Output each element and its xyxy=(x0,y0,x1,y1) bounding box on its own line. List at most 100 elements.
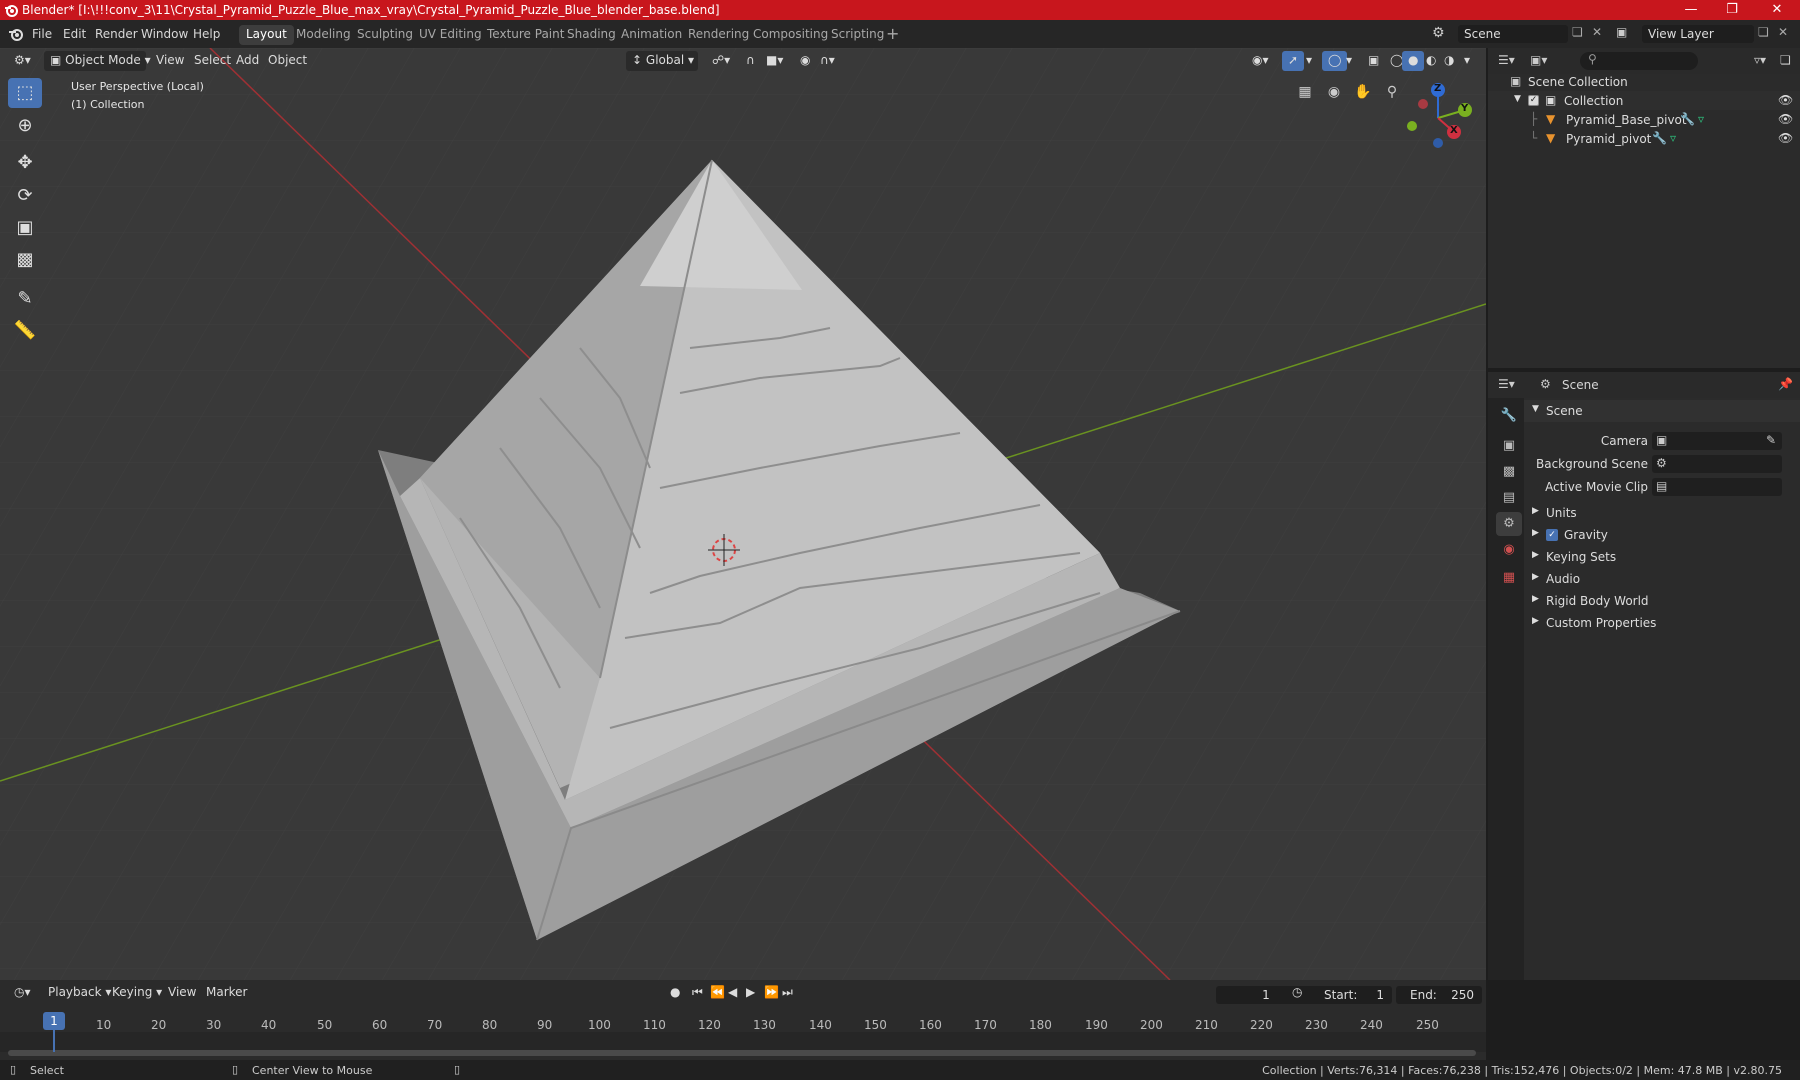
tab-rendering[interactable]: Rendering xyxy=(681,25,756,45)
outliner-row-pyramid-base-pivot[interactable]: ├ ▼ Pyramid_Base_pivot 🔧 ▿ 👁 xyxy=(1488,110,1800,129)
new-scene-icon[interactable]: ❏ xyxy=(1572,25,1583,39)
timeline-editor-icon[interactable]: ◷▾ xyxy=(8,983,37,1003)
select-box-tool-icon[interactable]: ⬚ xyxy=(8,78,42,108)
tab-compositing[interactable]: Compositing xyxy=(746,25,835,45)
tab-layout[interactable]: Layout xyxy=(239,25,294,45)
audio-section[interactable]: ▶ Audio xyxy=(1524,568,1800,590)
rigid-body-world-section[interactable]: ▶ Rigid Body World xyxy=(1524,590,1800,612)
eye-icon[interactable]: 👁 xyxy=(1778,112,1793,126)
scale-tool-icon[interactable]: ▣ xyxy=(8,213,42,243)
rotate-tool-icon[interactable]: ⟳ xyxy=(8,181,42,211)
cursor-tool-icon[interactable]: ⊕ xyxy=(8,111,42,141)
gizmo-dropdown-icon[interactable]: ▾ xyxy=(1300,51,1318,71)
eye-icon[interactable]: 👁 xyxy=(1778,93,1793,107)
pivot-point-icon[interactable]: ☍▾ xyxy=(706,51,736,71)
tab-texture-paint[interactable]: Texture Paint xyxy=(480,25,571,45)
new-view-layer-icon[interactable]: ❏ xyxy=(1758,25,1769,39)
snap-target-icon[interactable]: ■▾ xyxy=(760,51,789,71)
shading-dropdown-icon[interactable]: ▾ xyxy=(1458,51,1476,71)
pin-icon[interactable]: 📌 xyxy=(1778,377,1793,391)
scene-selector-icon[interactable]: ⚙ xyxy=(1432,25,1445,41)
delete-view-layer-icon[interactable]: ✕ xyxy=(1778,25,1788,39)
overlays-dropdown-icon[interactable]: ▾ xyxy=(1340,51,1358,71)
scene-tab-icon[interactable]: ⚙ xyxy=(1496,512,1522,536)
toggle-camera-grid-icon[interactable]: ▦ xyxy=(1293,80,1317,104)
viewport-menu-view[interactable]: View xyxy=(150,51,190,71)
falloff-icon[interactable]: ∩▾ xyxy=(814,51,841,71)
mesh-data-icon[interactable]: ▿ xyxy=(1670,131,1676,145)
outliner-search-field[interactable]: ⚲ xyxy=(1580,52,1698,70)
measure-tool-icon[interactable]: 📏 xyxy=(8,316,42,346)
object-mode-dropdown[interactable]: ▣ Object Mode ▾ xyxy=(44,51,151,71)
menu-help[interactable]: Help xyxy=(193,27,220,41)
start-frame-field[interactable]: Start: 1 xyxy=(1310,986,1392,1004)
new-collection-icon[interactable]: ❏ xyxy=(1780,53,1791,67)
expand-arrow-icon[interactable]: ▼ xyxy=(1514,94,1521,104)
properties-editor-icon[interactable]: ☰▾ xyxy=(1498,377,1515,391)
timeline-menu-view[interactable]: View xyxy=(162,983,202,1003)
eyedropper-icon[interactable]: ✎ xyxy=(1766,433,1776,447)
add-workspace-icon[interactable]: + xyxy=(886,24,899,43)
delete-scene-icon[interactable]: ✕ xyxy=(1592,25,1602,39)
tab-sculpting[interactable]: Sculpting xyxy=(350,25,420,45)
display-mode-icon[interactable]: ▣▾ xyxy=(1530,53,1547,67)
visibility-selectability-icon[interactable]: ◉▾ xyxy=(1246,51,1275,71)
menu-file[interactable]: File xyxy=(32,27,52,41)
tab-animation[interactable]: Animation xyxy=(614,25,689,45)
transform-tool-icon[interactable]: ▩ xyxy=(8,245,42,275)
timeline-menu-keying[interactable]: Keying ▾ xyxy=(106,983,168,1003)
camera-field[interactable]: ▣ ✎ xyxy=(1652,432,1782,450)
timeline-scrollbar[interactable] xyxy=(8,1050,1476,1056)
scene-panel-header[interactable]: ▼ Scene xyxy=(1524,400,1800,422)
gravity-checkbox[interactable]: ✓ xyxy=(1546,529,1558,541)
mesh-data-icon[interactable]: ▿ xyxy=(1698,112,1704,126)
outliner-row-pyramid-pivot[interactable]: └ ▼ Pyramid_pivot 🔧 ▿ 👁 xyxy=(1488,129,1800,148)
menu-edit[interactable]: Edit xyxy=(63,27,86,41)
timeline-menu-marker[interactable]: Marker xyxy=(200,983,253,1003)
menu-window[interactable]: Window xyxy=(141,27,188,41)
tab-uv-editing[interactable]: UV Editing xyxy=(412,25,489,45)
timeline-track-area[interactable] xyxy=(0,1032,1486,1052)
maximize-icon[interactable]: ❐ xyxy=(1709,0,1755,20)
view-layer-field[interactable]: View Layer xyxy=(1642,25,1754,43)
navigation-gizmo[interactable]: Z Y X xyxy=(1400,80,1474,154)
custom-properties-section[interactable]: ▶ Custom Properties xyxy=(1524,612,1800,634)
texture-tab-icon[interactable]: ▦ xyxy=(1496,566,1522,590)
tool-tab-icon[interactable]: 🔧 xyxy=(1496,404,1522,428)
transform-orientation-dropdown[interactable]: ↕ Global ▾ xyxy=(626,51,698,71)
close-icon[interactable]: ✕ xyxy=(1754,0,1800,20)
tab-modeling[interactable]: Modeling xyxy=(289,25,358,45)
annotate-tool-icon[interactable]: ✎ xyxy=(8,284,42,314)
viewport-menu-object[interactable]: Object xyxy=(262,51,313,71)
menu-render[interactable]: Render xyxy=(95,27,138,41)
playhead-frame-badge[interactable]: 1 xyxy=(43,1012,65,1030)
jump-end-icon[interactable]: ⏭ xyxy=(776,983,799,1003)
outliner-editor-icon[interactable]: ☰▾ xyxy=(1498,53,1515,67)
end-frame-field[interactable]: End: 250 xyxy=(1396,986,1482,1004)
view-layer-icon[interactable]: ▣ xyxy=(1616,25,1627,39)
scene-name-field[interactable]: Scene xyxy=(1458,25,1568,43)
background-scene-field[interactable]: ⚙ xyxy=(1652,455,1782,473)
filter-icon[interactable]: ▿▾ xyxy=(1754,53,1766,67)
outliner-row-scene-collection[interactable]: ▣ Scene Collection xyxy=(1488,72,1800,91)
active-movie-clip-field[interactable]: ▤ xyxy=(1652,478,1782,496)
snap-magnet-icon[interactable]: ∩ xyxy=(740,51,761,71)
gravity-section[interactable]: ▶ ✓ Gravity xyxy=(1524,524,1800,546)
move-tool-icon[interactable]: ✥ xyxy=(8,148,42,178)
units-section[interactable]: ▶ Units xyxy=(1524,502,1800,524)
world-tab-icon[interactable]: ◉ xyxy=(1496,538,1522,562)
keying-sets-section[interactable]: ▶ Keying Sets xyxy=(1524,546,1800,568)
minimize-icon[interactable]: — xyxy=(1668,0,1714,20)
xray-toggle-icon[interactable]: ▣ xyxy=(1362,51,1385,71)
camera-view-icon[interactable]: ◉ xyxy=(1322,80,1346,104)
pan-hand-icon[interactable]: ✋ xyxy=(1351,80,1375,104)
modifier-wrench-icon[interactable]: 🔧 xyxy=(1680,112,1695,126)
blender-menu-icon[interactable] xyxy=(8,26,24,42)
viewport-menu-add[interactable]: Add xyxy=(230,51,265,71)
modifier-wrench-icon[interactable]: 🔧 xyxy=(1652,131,1667,145)
record-icon[interactable]: ● xyxy=(664,983,686,1003)
outliner-row-collection[interactable]: ▼ ✓ ▣ Collection 👁 xyxy=(1488,91,1800,110)
eye-icon[interactable]: 👁 xyxy=(1778,131,1793,145)
editor-type-icon[interactable]: ⚙▾ xyxy=(8,51,37,71)
collection-checkbox[interactable]: ✓ xyxy=(1528,95,1539,106)
